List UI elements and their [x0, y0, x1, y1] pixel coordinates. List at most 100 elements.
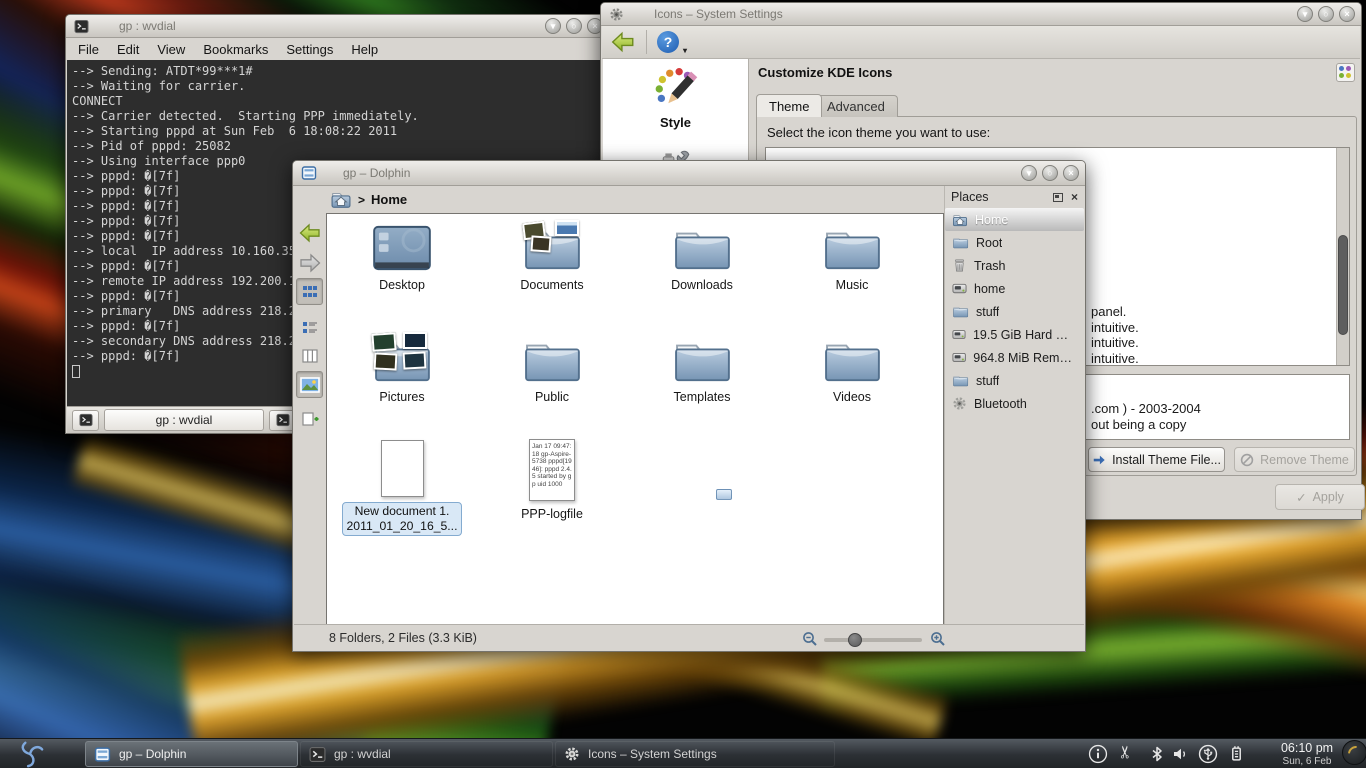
dolphin-titlebar[interactable]: gp – Dolphin ▾ ○ ×	[293, 161, 1085, 186]
menu-edit[interactable]: Edit	[117, 42, 139, 57]
file-item[interactable]: Downloads	[642, 224, 762, 292]
file-item-selected[interactable]: New document 1. 2011_01_20_16_5...	[342, 440, 462, 536]
file-item[interactable]: Jan 17 09:47:18 gp-Aspire-5738 pppd[1946…	[492, 439, 612, 521]
breadcrumb: > Home	[327, 186, 943, 213]
maximize-button[interactable]: ○	[1318, 6, 1334, 22]
folder-icon	[821, 224, 883, 272]
place-trash[interactable]: Trash	[945, 254, 1084, 277]
place-bluetooth[interactable]: Bluetooth	[945, 392, 1084, 415]
theme-info-text: .com ) - 2003-2004 out being a copy	[1091, 401, 1201, 433]
file-label-selected: New document 1. 2011_01_20_16_5...	[342, 502, 463, 536]
back-button[interactable]	[296, 219, 323, 246]
dolphin-toolbar	[293, 186, 326, 624]
apply-button[interactable]: ✓ Apply	[1275, 484, 1365, 510]
menu-view[interactable]: View	[157, 42, 185, 57]
place-removable[interactable]: 964.8 MiB Remov...	[945, 346, 1084, 369]
forward-button[interactable]	[296, 249, 323, 276]
split-view-button[interactable]	[296, 405, 323, 432]
theme-list-text: panel. intuitive. intuitive. intuitive.	[1091, 304, 1139, 366]
zoom-slider-handle[interactable]	[848, 633, 862, 647]
settings-titlebar[interactable]: Icons – System Settings ▾ ○ ×	[601, 3, 1361, 26]
taskbar-item-settings[interactable]: Icons – System Settings	[555, 741, 835, 767]
theme-description-fragment: intuitive.	[1091, 320, 1139, 336]
back-button[interactable]	[610, 29, 636, 55]
place-hard-drive[interactable]: 19.5 GiB Hard Drive	[945, 323, 1084, 346]
file-preview-text: Jan 17 09:47:18 gp-Aspire-5738 pppd[1946…	[530, 440, 574, 500]
folder-icon	[371, 336, 433, 384]
info-icon[interactable]	[1088, 744, 1108, 764]
folder-view[interactable]: Desktop Documents Downloads Music	[326, 213, 944, 626]
app-launcher-icon[interactable]	[8, 740, 52, 768]
digital-clock[interactable]: 06:10 pm Sun, 6 Feb	[1268, 741, 1346, 767]
place-root[interactable]: Root	[945, 231, 1084, 254]
place-stuff[interactable]: stuff	[945, 300, 1084, 323]
file-item[interactable]: Videos	[792, 336, 912, 404]
terminal-line: --> Carrier detected. Starting PPP immed…	[72, 109, 603, 124]
file-item[interactable]: Documents	[492, 224, 612, 292]
columns-view-button[interactable]	[296, 342, 323, 369]
bluetooth-icon[interactable]	[1149, 746, 1165, 762]
terminal-tab[interactable]: gp : wvdial	[104, 409, 264, 431]
place-home-partition[interactable]: home	[945, 277, 1084, 300]
terminal-titlebar[interactable]: gp : wvdial ▾ ○ ×	[66, 15, 609, 38]
file-item[interactable]: Desktop	[342, 224, 462, 292]
tab-advanced[interactable]: Advanced	[814, 95, 898, 117]
home-folder-icon[interactable]	[330, 190, 352, 209]
file-label: PPP-logfile	[521, 507, 583, 521]
place-home[interactable]: Home	[945, 208, 1084, 231]
zoom-in-icon[interactable]	[930, 631, 946, 647]
install-theme-label: Install Theme File...	[1112, 453, 1221, 467]
taskbar-item-terminal[interactable]: gp : wvdial	[300, 741, 553, 767]
help-button[interactable]: ?▾	[657, 31, 679, 53]
zoom-slider[interactable]	[824, 638, 922, 642]
usb-device-icon[interactable]	[1198, 744, 1218, 764]
file-item[interactable]: Music	[792, 224, 912, 292]
details-view-button[interactable]	[296, 314, 323, 341]
file-label: Videos	[833, 390, 871, 404]
tab-theme[interactable]: Theme	[756, 94, 822, 117]
new-tab-button[interactable]	[72, 410, 99, 431]
file-item[interactable]: Pictures	[342, 336, 462, 404]
float-panel-icon[interactable]	[1053, 193, 1063, 202]
sidebar-item-style[interactable]: Style	[603, 59, 748, 130]
maximize-button[interactable]: ○	[1042, 165, 1058, 181]
places-header[interactable]: Places ×	[945, 186, 1084, 208]
zoom-out-icon[interactable]	[802, 631, 818, 647]
minimize-button[interactable]: ▾	[1021, 165, 1037, 181]
close-button[interactable]: ×	[1339, 6, 1355, 22]
menu-help[interactable]: Help	[351, 42, 378, 57]
file-item[interactable]: Templates	[642, 336, 762, 404]
klipper-scissors-icon[interactable]: ✂	[1116, 745, 1136, 759]
menu-bookmarks[interactable]: Bookmarks	[203, 42, 268, 57]
install-theme-button[interactable]: Install Theme File...	[1088, 447, 1225, 472]
apply-label: Apply	[1313, 490, 1344, 504]
icons-view-button[interactable]	[296, 278, 323, 305]
details-view-icon	[301, 319, 319, 337]
battery-icon[interactable]	[1228, 745, 1245, 762]
file-item[interactable]: Public	[492, 336, 612, 404]
volume-icon[interactable]	[1172, 746, 1188, 762]
minimize-button[interactable]: ▾	[545, 18, 561, 34]
minimize-button[interactable]: ▾	[1297, 6, 1313, 22]
folder-icon	[952, 374, 969, 387]
preview-toggle-button[interactable]	[296, 371, 323, 398]
settings-title: Icons – System Settings	[654, 7, 783, 21]
close-panel-icon[interactable]: ×	[1071, 190, 1078, 204]
module-grid-icon[interactable]	[1336, 63, 1355, 82]
menu-settings[interactable]: Settings	[286, 42, 333, 57]
close-button[interactable]: ×	[1063, 165, 1079, 181]
breadcrumb-current[interactable]: Home	[371, 192, 407, 207]
taskbar: gp – Dolphin gp : wvdial Icons – System …	[0, 738, 1366, 768]
folder-icon	[671, 336, 733, 384]
remove-theme-button[interactable]: Remove Theme	[1234, 447, 1355, 472]
place-stuff-2[interactable]: stuff	[945, 369, 1084, 392]
scrollbar[interactable]	[1336, 148, 1349, 365]
panel-toolbox-icon[interactable]	[1342, 740, 1366, 765]
arrow-left-icon	[298, 221, 322, 245]
taskbar-item-dolphin[interactable]: gp – Dolphin	[85, 741, 298, 767]
menu-file[interactable]: File	[78, 42, 99, 57]
file-label: Music	[836, 278, 869, 292]
toolbar-separator	[646, 30, 647, 54]
maximize-button[interactable]: ○	[566, 18, 582, 34]
scrollbar-thumb[interactable]	[1338, 235, 1348, 335]
